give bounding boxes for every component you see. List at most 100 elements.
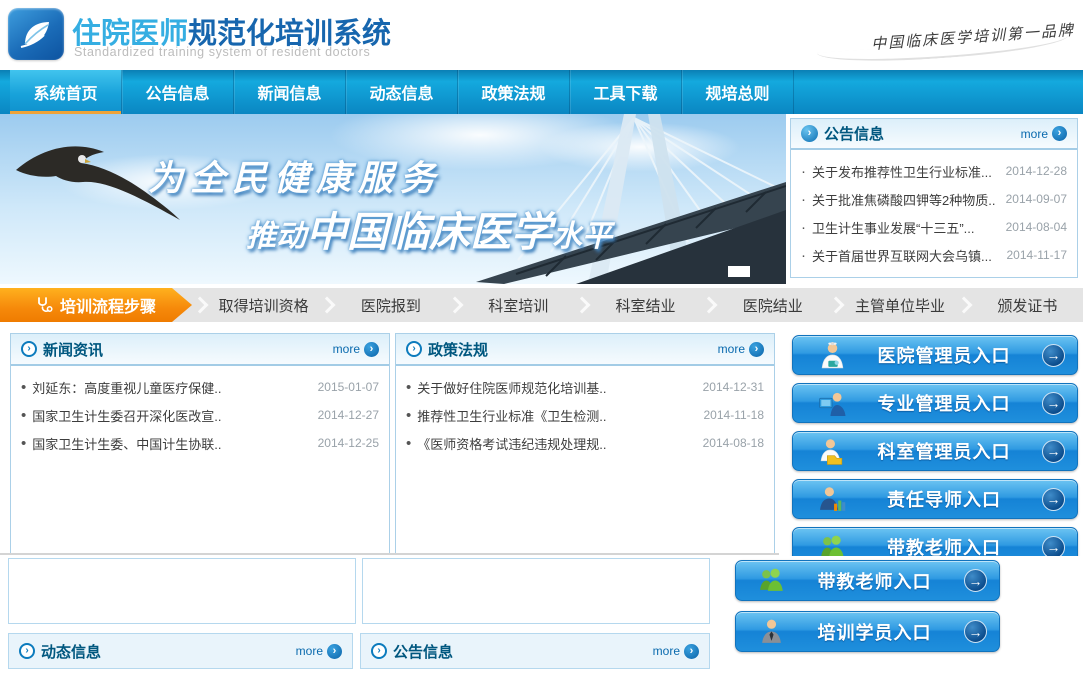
nav-item-announcements[interactable]: 公告信息: [122, 70, 234, 114]
item-text: 国家卫生计生委召开深化医改宣..: [32, 406, 309, 425]
bottom-announcements-more-link[interactable]: more ›: [653, 644, 699, 659]
list-item[interactable]: · 卫生计生事业发展“十三五”... 2014-08-04: [791, 213, 1077, 241]
list-item[interactable]: • 刘延东：高度重视儿童医疗保健.. 2015-01-07: [11, 373, 389, 401]
bullet: •: [406, 380, 411, 395]
teacher-entry-button[interactable]: 带教老师入口 →: [735, 560, 1000, 601]
item-text: 《医师资格考试违纪违规处理规..: [417, 434, 694, 453]
arrow-ring-icon: ›: [406, 341, 422, 357]
arrow-ring-icon: ›: [371, 643, 387, 659]
bottom-announcements-title: 公告信息: [393, 641, 453, 662]
bullet: ·: [801, 164, 806, 179]
more-arrow-icon: ›: [364, 342, 379, 357]
item-text: 推荐性卫生行业标准《卫生检测..: [417, 406, 695, 425]
main-nav: 系统首页 公告信息 新闻信息 动态信息 政策法规 工具下载 规培总则: [0, 70, 1083, 114]
more-label: more: [296, 644, 323, 658]
news-header: › 新闻资讯 more ›: [11, 334, 389, 366]
arrow-circle-icon: →: [1042, 488, 1065, 511]
nav-item-downloads[interactable]: 工具下载: [570, 70, 682, 114]
news-more-link[interactable]: more ›: [333, 342, 379, 357]
announcements-panel: › 公告信息 more › · 关于发布推荐性卫生行业标准... 2014-12…: [790, 118, 1078, 278]
chevron-right-icon: [828, 297, 845, 314]
item-text: 刘延东：高度重视儿童医疗保健..: [32, 378, 309, 397]
chevron-right-icon: [319, 297, 336, 314]
list-item[interactable]: • 推荐性卫生行业标准《卫生检测.. 2014-11-18: [396, 401, 774, 429]
item-text: 关于批准焦磷酸四钾等2种物质..: [812, 190, 998, 209]
more-arrow-icon: ›: [684, 644, 699, 659]
bullet: •: [406, 408, 411, 423]
list-item[interactable]: • 国家卫生计生委、中国计生协联.. 2014-12-25: [11, 429, 389, 457]
hero-banner: 为全民健康服务 推动中国临床医学水平: [0, 114, 786, 284]
nav-item-policies[interactable]: 政策法规: [458, 70, 570, 114]
entry-button-label: 医院管理员入口: [846, 342, 1042, 368]
nav-item-dynamic[interactable]: 动态信息: [346, 70, 458, 114]
nav-item-home[interactable]: 系统首页: [10, 70, 122, 114]
major-admin-entry-button[interactable]: 专业管理员入口 →: [792, 383, 1078, 423]
chevron-right-icon: [446, 297, 463, 314]
item-date: 2014-08-04: [1006, 220, 1067, 234]
news-panel: › 新闻资讯 more › • 刘延东：高度重视儿童医疗保健.. 2015-01…: [10, 333, 390, 555]
item-date: 2015-01-07: [318, 380, 379, 394]
hospital-admin-entry-button[interactable]: 医院管理员入口 →: [792, 335, 1078, 375]
item-date: 2014-08-18: [703, 436, 764, 450]
bullet: •: [21, 408, 26, 423]
site-logo[interactable]: [8, 8, 64, 60]
banner-pager-dot[interactable]: [728, 266, 750, 277]
policies-title: 政策法规: [428, 339, 488, 360]
major-admin-icon: [819, 390, 846, 417]
teachers-icon: [758, 567, 785, 594]
list-item[interactable]: • 国家卫生计生委召开深化医改宣.. 2014-12-27: [11, 401, 389, 429]
arrow-ball-icon: ›: [801, 125, 818, 142]
entry-button-label: 培训学员入口: [785, 619, 964, 645]
news-list: • 刘延东：高度重视儿童医疗保健.. 2015-01-07 • 国家卫生计生委召…: [11, 366, 389, 457]
student-icon: [758, 618, 785, 645]
chevron-right-icon: [573, 297, 590, 314]
mentor-icon: [819, 486, 846, 513]
line2-suffix: 水平: [552, 220, 612, 253]
item-text: 国家卫生计生委、中国计生协联..: [32, 434, 309, 453]
announcements-more-link[interactable]: more ›: [1021, 126, 1067, 141]
stethoscope-icon: [36, 297, 53, 314]
banner-slogan-line2: 推动中国临床医学水平: [246, 198, 612, 258]
bullet: •: [21, 436, 26, 451]
step-label: 取得培训资格: [208, 295, 319, 316]
arrow-circle-icon: →: [1042, 440, 1065, 463]
department-admin-entry-button[interactable]: 科室管理员入口 →: [792, 431, 1078, 471]
more-label: more: [653, 644, 680, 658]
student-entry-button[interactable]: 培训学员入口 →: [735, 611, 1000, 652]
process-steps-lead: 培训流程步骤: [0, 288, 192, 322]
entry-button-label: 带教老师入口: [785, 568, 964, 594]
policies-list: • 关于做好住院医师规范化培训基.. 2014-12-31 • 推荐性卫生行业标…: [396, 366, 774, 457]
step-label: 主管单位毕业: [844, 295, 955, 316]
item-date: 2014-12-25: [318, 436, 379, 450]
list-item[interactable]: · 关于首届世界互联网大会乌镇... 2014-11-17: [791, 241, 1077, 269]
dynamic-info-more-link[interactable]: more ›: [296, 644, 342, 659]
line2-main: 中国临床医学: [306, 208, 552, 256]
mentor-entry-button[interactable]: 责任导师入口 →: [792, 479, 1078, 519]
item-date: 2014-12-28: [1006, 164, 1067, 178]
more-label: more: [718, 342, 745, 356]
bottom-announcements-header: › 公告信息 more ›: [360, 633, 710, 669]
announcements-header: › 公告信息 more ›: [791, 119, 1077, 150]
list-item[interactable]: · 关于批准焦磷酸四钾等2种物质.. 2014-09-07: [791, 185, 1077, 213]
nav-item-rules[interactable]: 规培总则: [682, 70, 794, 114]
entry-button-label: 科室管理员入口: [846, 438, 1042, 464]
entry-button-label: 责任导师入口: [846, 486, 1042, 512]
list-item[interactable]: • 《医师资格考试违纪违规处理规.. 2014-08-18: [396, 429, 774, 457]
policies-more-link[interactable]: more ›: [718, 342, 764, 357]
step-label: 医院报到: [335, 295, 446, 316]
dynamic-info-title: 动态信息: [41, 641, 101, 662]
item-text: 关于首届世界互联网大会乌镇...: [812, 246, 999, 265]
more-label: more: [1021, 127, 1048, 141]
announcements-list: · 关于发布推荐性卫生行业标准... 2014-12-28 · 关于批准焦磷酸四…: [791, 150, 1077, 269]
announcements-content-box: [362, 558, 710, 624]
more-arrow-icon: ›: [749, 342, 764, 357]
chevron-right-icon: [701, 297, 718, 314]
list-item[interactable]: • 关于做好住院医师规范化培训基.. 2014-12-31: [396, 373, 774, 401]
news-title: 新闻资讯: [43, 339, 103, 360]
bullet: ·: [801, 248, 806, 263]
bullet: •: [21, 380, 26, 395]
nav-item-news[interactable]: 新闻信息: [234, 70, 346, 114]
step-label: 科室培训: [463, 295, 574, 316]
entry-buttons-column: 医院管理员入口 → 专业管理员入口 →: [792, 335, 1078, 575]
list-item[interactable]: · 关于发布推荐性卫生行业标准... 2014-12-28: [791, 157, 1077, 185]
